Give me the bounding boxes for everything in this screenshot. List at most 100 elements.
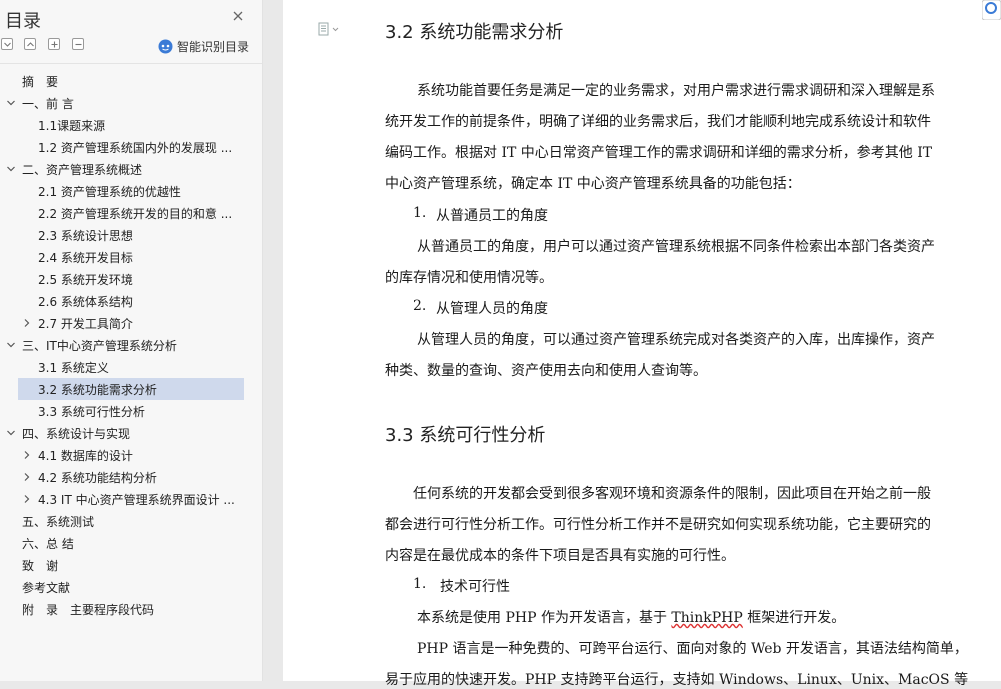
toc-item-label: 2.4 系统开发目标 (38, 251, 133, 265)
paragraph-line: 任何系统的开发都会受到很多客观环境和资源条件的限制，因此项目在开始之前一般 (413, 486, 931, 502)
toc-item-label: 2.6 系统体系结构 (38, 295, 133, 309)
toc-item[interactable]: 三、IT中心资产管理系统分析 (0, 334, 262, 356)
chevron-right-icon[interactable] (22, 494, 32, 504)
toc-item[interactable]: 2.4 系统开发目标 (0, 246, 262, 268)
toc-item-label: 2.1 资产管理系统的优越性 (38, 185, 181, 199)
plus-icon (51, 41, 58, 48)
paragraph-line: PHP 语言是一种免费的、可跨平台运行、面向对象的 Web 开发语言，其语法结构… (417, 641, 968, 657)
toc-item-label: 2.2 资产管理系统开发的目的和意 ... (38, 207, 233, 221)
collapse-button[interactable] (72, 38, 84, 50)
toc-item-label: 二、资产管理系统概述 (22, 163, 143, 177)
toc-item[interactable]: 2.6 系统体系结构 (0, 290, 262, 312)
list-item: 技术可行性 (440, 579, 510, 595)
toc-item-label: 3.1 系统定义 (38, 361, 109, 375)
list-item: 从普通员工的角度 (436, 208, 548, 224)
expand-all-button[interactable] (48, 38, 60, 50)
list-item: 从管理人员的角度 (436, 301, 548, 317)
smart-toc-button[interactable]: 智能识别目录 (158, 38, 249, 54)
expand-level-button[interactable] (24, 38, 36, 50)
smart-toc-label: 智能识别目录 (177, 39, 250, 54)
paragraph-line: 从管理人员的角度，可以通过资产管理系统完成对各类资产的入库，出库操作，资产 (417, 332, 935, 348)
chevron-right-icon[interactable] (22, 318, 32, 328)
list-number: 2. (413, 298, 427, 314)
toc-item-label: 一、前 言 (22, 97, 74, 111)
toc-item-label: 3.3 系统可行性分析 (38, 405, 145, 419)
toc-item-label: 五、系统测试 (22, 515, 95, 529)
chevron-down-icon[interactable] (6, 164, 16, 174)
toc-item-label: 三、IT中心资产管理系统分析 (22, 339, 177, 353)
paragraph-line: 种类、数量的查询、资产使用去向和使用人查询等。 (385, 363, 707, 379)
page-view-icon[interactable] (317, 22, 341, 36)
paragraph-line: 统开发工作的前提条件，明确了详细的业务需求后，我们才能顺利地完成系统设计和软件 (385, 114, 931, 130)
minus-icon (75, 43, 82, 46)
toc-item-label: 2.3 系统设计思想 (38, 229, 133, 243)
toc-item-label: 4.3 IT 中心资产管理系统界面设计 ... (38, 493, 235, 507)
toc-item-label: 摘 要 (22, 75, 59, 89)
paragraph-line: 中心资产管理系统，确定本 IT 中心资产管理系统具备的功能包括： (385, 176, 801, 192)
toc-item[interactable]: 2.5 系统开发环境 (0, 268, 262, 290)
chevron-right-icon[interactable] (22, 472, 32, 482)
toc-item[interactable]: 参考文献 (0, 576, 262, 598)
toc-item-label: 致 谢 (22, 559, 59, 573)
toc-item[interactable]: 2.2 资产管理系统开发的目的和意 ... (0, 202, 262, 224)
toc-item-label: 1.1课题来源 (38, 119, 106, 133)
paragraph-line: 编码工作。根据对 IT 中心日常资产管理工作的需求调研和详细的需求分析，参考其他… (385, 145, 933, 161)
toc-item[interactable]: 致 谢 (0, 554, 262, 576)
chevron-down-icon[interactable] (6, 340, 16, 350)
text-run: 框架进行开发。 (742, 610, 846, 626)
toc-item[interactable]: 3.2 系统功能需求分析 (0, 378, 262, 400)
chevron-up-icon (27, 42, 34, 47)
toc-item[interactable]: 四、系统设计与实现 (0, 422, 262, 444)
toc-item-label: 附 录 主要程序段代码 (22, 603, 155, 617)
toc-item-label: 4.1 数据库的设计 (38, 449, 133, 463)
toc-item[interactable]: 2.3 系统设计思想 (0, 224, 262, 246)
list-number: 1. (413, 205, 427, 221)
toc-item-label: 4.2 系统功能结构分析 (38, 471, 157, 485)
heading-3-2: 3.2 系统功能需求分析 (385, 22, 564, 43)
toc-item[interactable]: 4.2 系统功能结构分析 (0, 466, 262, 488)
toc-item[interactable]: 摘 要 (0, 70, 262, 92)
text-run: 本系统是使用 PHP 作为开发语言，基于 (417, 610, 672, 626)
paragraph-line: 内容是在最优成本的条件下项目是否具有实施的可行性。 (385, 548, 735, 564)
toc-item[interactable]: 2.1 资产管理系统的优越性 (0, 180, 262, 202)
toc-item[interactable]: 二、资产管理系统概述 (0, 158, 262, 180)
paragraph-line: 从普通员工的角度，用户可以通过资产管理系统根据不同条件检索出本部门各类资产 (417, 239, 935, 255)
heading-3-3: 3.3 系统可行性分析 (385, 425, 546, 446)
toc-item[interactable]: 4.3 IT 中心资产管理系统界面设计 ... (0, 488, 262, 510)
toc-item[interactable]: 1.2 资产管理系统国内外的发展现 ... (0, 136, 262, 158)
list-number: 1. (413, 576, 427, 592)
chevron-down-icon[interactable] (6, 428, 16, 438)
toc-item[interactable]: 六、总 结 (0, 532, 262, 554)
toc-item[interactable]: 3.1 系统定义 (0, 356, 262, 378)
smart-toc-icon (158, 39, 173, 53)
toc-item[interactable]: 4.1 数据库的设计 (0, 444, 262, 466)
close-icon[interactable] (230, 8, 246, 24)
paragraph-line: 系统功能首要任务是满足一定的业务需求，对用户需求进行需求调研和深入理解是系 (417, 83, 935, 99)
collapse-all-button[interactable] (1, 38, 13, 50)
sidebar-divider (0, 63, 262, 64)
toc-item-label: 四、系统设计与实现 (22, 427, 131, 441)
toc-item-label: 参考文献 (22, 581, 71, 595)
chevron-down-icon[interactable] (6, 98, 16, 108)
toc-item-label: 2.7 开发工具简介 (38, 317, 133, 331)
toc-item[interactable]: 五、系统测试 (0, 510, 262, 532)
paragraph-line: 的库存情况和使用情况等。 (385, 270, 553, 286)
chevron-right-icon[interactable] (22, 450, 32, 460)
paragraph-line: 本系统是使用 PHP 作为开发语言，基于 ThinkPHP 框架进行开发。 (417, 607, 845, 627)
chevron-down-icon (4, 42, 11, 47)
paragraph-line: 都会进行可行性分析工作。可行性分析工作并不是研究如何实现系统功能，它主要研究的 (385, 517, 931, 533)
toc-item[interactable]: 一、前 言 (0, 92, 262, 114)
toc-item-label: 3.2 系统功能需求分析 (38, 383, 157, 397)
toc-item[interactable]: 3.3 系统可行性分析 (0, 400, 262, 422)
sidebar-title: 目录 (5, 11, 41, 32)
search-icon[interactable] (982, 0, 1001, 20)
toc-sidebar: 目录 智能识别目录 摘 要一、前 言 1.1课题来源 1.2 资产管理系统国内外的发… (0, 0, 263, 681)
toc-item[interactable]: 附 录 主要程序段代码 (0, 598, 262, 620)
spellcheck-word: ThinkPHP (671, 610, 743, 626)
toc-item-label: 2.5 系统开发环境 (38, 273, 133, 287)
toc-item-label: 六、总 结 (22, 537, 74, 551)
toc-item-label: 1.2 资产管理系统国内外的发展现 ... (38, 141, 233, 155)
paragraph-line: 易于应用的快速开发。PHP 支持跨平台运行，支持如 Windows、Linux、… (385, 672, 969, 688)
toc-item[interactable]: 2.7 开发工具简介 (0, 312, 262, 334)
toc-item[interactable]: 1.1课题来源 (0, 114, 262, 136)
